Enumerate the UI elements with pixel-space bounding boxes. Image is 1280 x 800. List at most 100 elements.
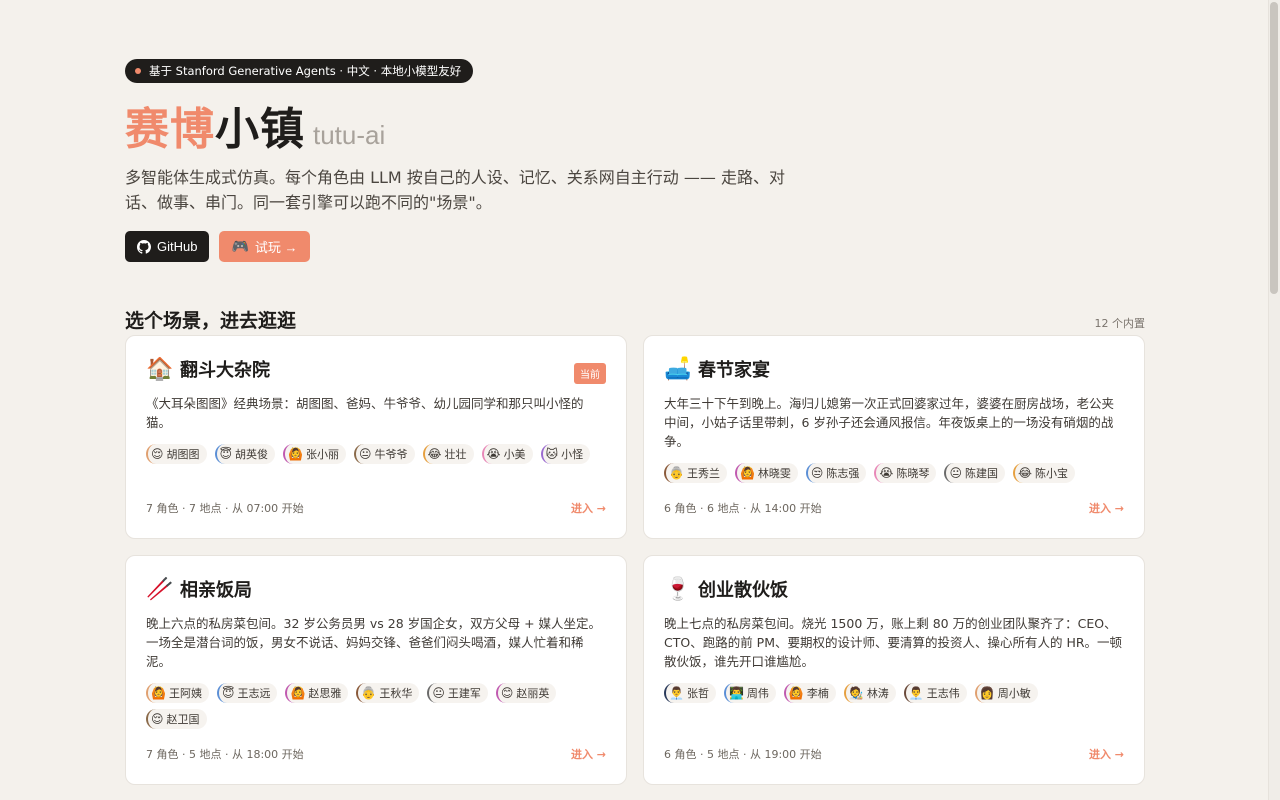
- enter-link[interactable]: 进入 →: [1089, 746, 1124, 762]
- title-accent: 赛博: [125, 104, 215, 155]
- character-name: 李楠: [806, 687, 829, 700]
- character-chip: 😊 赵丽英: [495, 683, 557, 703]
- title-sub: tutu-ai: [313, 120, 386, 150]
- card-header: 🍷 创业散伙饭: [664, 576, 1124, 602]
- face-icon: 😌: [151, 447, 164, 461]
- character-chip: 🙆 赵思雅: [285, 683, 349, 703]
- wine-glass-icon: 🍷: [664, 576, 692, 602]
- character-name: 林涛: [866, 687, 889, 700]
- face-icon: 🙆: [788, 686, 804, 700]
- card-meta: 7 角色 · 5 地点 · 从 18:00 开始: [146, 748, 304, 761]
- character-name: 牛爷爷: [374, 448, 408, 461]
- hero-badge-text: 基于 Stanford Generative Agents · 中文 · 本地小…: [149, 64, 462, 78]
- scene-card[interactable]: 🏠 翻斗大杂院 当前 《大耳朵图图》经典场景：胡图图、爸妈、牛爷爷、幼儿园同学和…: [125, 335, 627, 539]
- face-icon: 😇: [221, 686, 235, 700]
- card-description: 晚上六点的私房菜包间。32 岁公务员男 vs 28 岁国企女，双方父母 + 媒人…: [146, 616, 602, 669]
- enter-link[interactable]: 进入 →: [1089, 500, 1124, 516]
- character-name: 小美: [503, 448, 526, 461]
- character-chip: 😐 王建军: [427, 683, 488, 703]
- github-button[interactable]: GitHub: [125, 231, 210, 262]
- character-name: 王志伟: [926, 687, 960, 700]
- character-chip: 🙆 李楠: [783, 683, 836, 703]
- couch-icon: 🛋️: [664, 356, 692, 382]
- card-description: 大年三十下午到晚上。海归儿媳第一次正式回婆家过年，婆婆在厨房战场，老公夹中间，小…: [664, 396, 1115, 449]
- character-chip: 😌 赵卫国: [146, 709, 207, 729]
- face-icon: 👵: [669, 466, 684, 480]
- section-count: 12 个内置: [1094, 317, 1146, 330]
- face-icon: 👨‍💻: [728, 686, 744, 700]
- cat-icon: 🐱: [545, 447, 559, 461]
- face-icon: 😭: [486, 447, 501, 461]
- character-chip: 👵 王秀兰: [664, 463, 727, 483]
- card-footer: 6 角色 · 5 地点 · 从 19:00 开始 进入 →: [664, 746, 1124, 762]
- character-name: 赵丽英: [516, 687, 550, 700]
- card-footer: 7 角色 · 7 地点 · 从 07:00 开始 进入 →: [146, 500, 606, 516]
- enter-link[interactable]: 进入 →: [571, 746, 606, 762]
- face-icon: 😇: [219, 447, 233, 461]
- character-chip: 😇 胡英俊: [214, 444, 276, 464]
- character-chip: 👨‍💼 王志伟: [903, 683, 967, 703]
- character-name: 王志远: [237, 687, 271, 700]
- card-footer: 6 角色 · 6 地点 · 从 14:00 开始 进入 →: [664, 500, 1124, 516]
- scene-card[interactable]: 🛋️ 春节家宴 大年三十下午到晚上。海归儿媳第一次正式回婆家过年，婆婆在厨房战场…: [643, 335, 1145, 539]
- character-name: 胡图图: [166, 448, 200, 461]
- scrollbar-thumb[interactable]: [1270, 2, 1278, 294]
- character-name: 张小丽: [305, 448, 339, 461]
- character-name: 周伟: [746, 687, 769, 700]
- card-meta: 6 角色 · 5 地点 · 从 19:00 开始: [664, 748, 822, 761]
- character-chip: 😌 胡图图: [146, 444, 207, 464]
- face-icon: 😒: [810, 466, 824, 480]
- card-title: 翻斗大杂院: [180, 360, 270, 381]
- hero-description: 多智能体生成式仿真。每个角色由 LLM 按自己的人设、记忆、关系网自主行动 ——…: [125, 168, 785, 212]
- chopsticks-icon: 🥢: [146, 576, 174, 602]
- character-chip: 👩 周小敏: [974, 683, 1038, 703]
- scrollbar-track[interactable]: [1268, 0, 1280, 800]
- character-list: 😌 胡图图 😇 胡英俊 🙆 张小丽 😐 牛爷爷 😂 壮壮 😭 小美 🐱 小怪: [146, 444, 606, 464]
- house-icon: 🏠: [146, 356, 174, 382]
- character-chip: 🙆 林晓雯: [734, 463, 798, 483]
- character-chip: 😐 牛爷爷: [353, 444, 415, 464]
- character-name: 胡英俊: [235, 448, 269, 461]
- face-icon: 😐: [358, 447, 372, 461]
- face-icon: 🙆: [739, 466, 755, 480]
- character-name: 王建军: [447, 687, 481, 700]
- character-chip: 🙆 王阿姨: [146, 683, 209, 703]
- scene-card[interactable]: 🥢 相亲饭局 晚上六点的私房菜包间。32 岁公务员男 vs 28 岁国企女，双方…: [125, 555, 627, 785]
- character-list: 👵 王秀兰 🙆 林晓雯 😒 陈志强 😭 陈晓琴 😐 陈建国 😂 陈小宝: [664, 463, 1124, 483]
- character-name: 王秋华: [379, 687, 413, 700]
- character-name: 林晓雯: [757, 467, 791, 480]
- face-icon: 👨‍💼: [669, 686, 684, 700]
- play-button[interactable]: 🎮 试玩 →: [219, 231, 310, 262]
- character-chip: 🙆 张小丽: [283, 444, 346, 464]
- section-title: 选个场景，进去逛逛: [125, 310, 297, 332]
- character-name: 周小敏: [997, 687, 1031, 700]
- character-name: 王秀兰: [686, 467, 720, 480]
- github-icon: [137, 239, 151, 254]
- card-title: 相亲饭局: [180, 580, 252, 601]
- character-chip: 👨‍💻 周伟: [723, 683, 776, 703]
- card-description: 《大耳朵图图》经典场景：胡图图、爸妈、牛爷爷、幼儿园同学和那只叫小怪的猫。: [146, 396, 584, 430]
- card-header: 🏠 翻斗大杂院: [146, 356, 606, 382]
- face-icon: 😭: [879, 466, 894, 480]
- card-title: 创业散伙饭: [698, 580, 788, 601]
- face-icon: 🙆: [288, 447, 303, 461]
- character-chip: 👨‍💼 张哲: [664, 683, 716, 703]
- title-main: 小镇: [215, 104, 305, 155]
- character-name: 壮壮: [444, 448, 467, 461]
- face-icon: 😊: [500, 686, 514, 700]
- face-icon: 😂: [427, 447, 442, 461]
- character-name: 王阿姨: [168, 687, 202, 700]
- hero-badge: 基于 Stanford Generative Agents · 中文 · 本地小…: [125, 59, 474, 83]
- enter-link[interactable]: 进入 →: [571, 500, 606, 516]
- face-icon: 😌: [151, 712, 164, 726]
- character-chip: 😒 陈志强: [805, 463, 867, 483]
- character-list: 🙆 王阿姨 😇 王志远 🙆 赵思雅 👵 王秋华 😐 王建军 😊 赵丽英 😌 赵卫国: [146, 683, 606, 729]
- section-header: 选个场景，进去逛逛 12 个内置: [125, 306, 1145, 333]
- scene-card[interactable]: 🍷 创业散伙饭 晚上七点的私房菜包间。烧光 1500 万，账上剩 80 万的创业…: [643, 555, 1145, 785]
- character-list: 👨‍💼 张哲 👨‍💻 周伟 🙆 李楠 🧑‍🎨 林涛 👨‍💼 王志伟 👩 周小敏: [664, 683, 1124, 703]
- face-icon: 😐: [949, 466, 962, 480]
- page-title: 赛博 小镇 tutu-ai: [125, 93, 1145, 157]
- character-chip: 🧑‍🎨 林涛: [843, 683, 896, 703]
- character-chip: 👵 王秋华: [356, 683, 420, 703]
- page-content: 基于 Stanford Generative Agents · 中文 · 本地小…: [125, 59, 1145, 785]
